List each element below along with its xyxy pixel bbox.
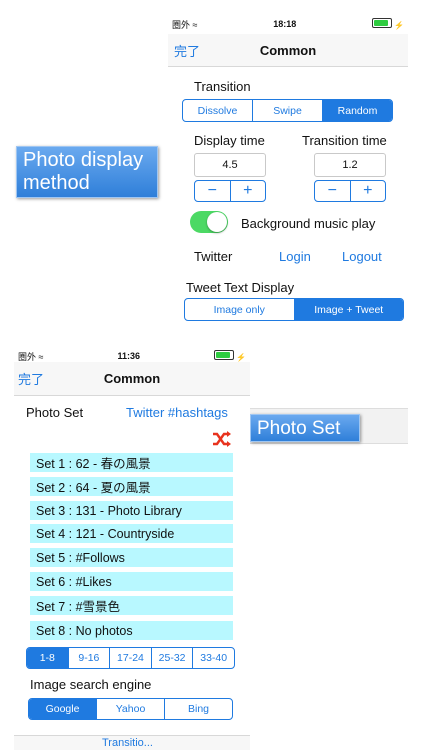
photo-set-row[interactable]: Set 5 : #Follows [30, 548, 233, 567]
twitter-label: Twitter [194, 249, 233, 264]
status-bar: 圏外 ≈ 18:18 ⚡ [168, 14, 408, 34]
photo-set-row[interactable]: Set 6 : #Likes [30, 572, 233, 591]
twitter-logout-link[interactable]: Logout [342, 249, 382, 264]
display-time-decrement-button[interactable]: − [195, 181, 231, 201]
page-range-segment[interactable]: 1-8 [27, 648, 69, 668]
screen-common-photo-set: 圏外 ≈ 11:36 ⚡ 完了 Common Photo Set Twitter… [14, 346, 250, 750]
nav-title: Common [103, 371, 161, 386]
bgm-label: Background music play [241, 216, 376, 231]
transition-option-segment[interactable]: Dissolve [183, 100, 253, 121]
transition-partial-label: Transitio... [102, 737, 153, 746]
photo-set-callout: Photo Set [250, 414, 360, 442]
page-range-segment[interactable]: 33-40 [193, 648, 234, 668]
photo-display-method-callout: Photo display method [16, 146, 158, 198]
search-engine-segment[interactable]: Yahoo [97, 699, 165, 719]
page-range-segment[interactable]: 25-32 [152, 648, 194, 668]
twitter-hashtags-link[interactable]: Twitter #hashtags [126, 405, 228, 420]
bottom-section-bar: Transitio... [14, 735, 250, 750]
display-time-stepper[interactable]: − + [194, 180, 266, 202]
page-range-segmented-control[interactable]: 1-8 9-16 17-24 25-32 33-40 [26, 647, 235, 669]
display-time-increment-button[interactable]: + [231, 181, 266, 201]
photo-set-row[interactable]: Set 2 : 64 - 夏の風景 [30, 477, 233, 496]
transition-time-increment-button[interactable]: + [351, 181, 386, 201]
tweet-text-segmented-control[interactable]: Image only Image + Tweet [184, 298, 404, 321]
transition-option-segment[interactable]: Random [323, 100, 392, 121]
status-time: 11:36 [117, 351, 141, 361]
tweet-display-option-segment[interactable]: Image only [185, 299, 295, 320]
page-range-segment[interactable]: 17-24 [110, 648, 152, 668]
tweet-text-display-label: Tweet Text Display [186, 280, 295, 295]
transition-segmented-control[interactable]: Dissolve Swipe Random [182, 99, 393, 122]
wifi-icon: ≈ [38, 351, 44, 362]
shuffle-icon[interactable] [212, 430, 232, 448]
transition-time-label: Transition time [302, 133, 387, 148]
photo-set-row[interactable]: Set 7 : #雪景色 [30, 596, 233, 615]
done-button[interactable]: 完了 [174, 41, 200, 60]
nav-title: Common [259, 42, 317, 58]
twitter-login-link[interactable]: Login [279, 249, 311, 264]
photo-set-row[interactable]: Set 4 : 121 - Countryside [30, 524, 233, 543]
photo-set-row[interactable]: Set 8 : No photos [30, 621, 233, 640]
tweet-display-option-segment[interactable]: Image + Tweet [294, 299, 403, 320]
battery-icon: ⚡ [372, 18, 404, 30]
battery-icon: ⚡ [214, 350, 246, 362]
display-time-label: Display time [194, 133, 265, 148]
transition-time-field[interactable]: 1.2 [314, 153, 386, 177]
search-engine-segmented-control[interactable]: Google Yahoo Bing [28, 698, 233, 720]
search-engine-segment[interactable]: Bing [165, 699, 232, 719]
search-engine-segment[interactable]: Google [29, 699, 97, 719]
bgm-toggle[interactable] [190, 211, 228, 233]
screen-common-display-settings: 圏外 ≈ 18:18 ⚡ 完了 Common Transition Dissol… [168, 14, 408, 324]
wifi-icon: ≈ [192, 19, 198, 30]
display-time-field[interactable]: 4.5 [194, 153, 266, 177]
transition-label: Transition [194, 79, 251, 94]
done-button[interactable]: 完了 [18, 369, 44, 388]
photo-set-row[interactable]: Set 1 : 62 - 春の風景 [30, 453, 233, 472]
transition-time-stepper[interactable]: − + [314, 180, 386, 202]
photo-set-row[interactable]: Set 3 : 131 - Photo Library [30, 501, 233, 520]
photo-set-label: Photo Set [26, 405, 84, 420]
carrier-text: 圏外 ≈ [18, 351, 44, 362]
transition-time-decrement-button[interactable]: − [315, 181, 351, 201]
carrier-text: 圏外 ≈ [172, 19, 198, 30]
transition-option-segment[interactable]: Swipe [253, 100, 323, 121]
page-range-segment[interactable]: 9-16 [69, 648, 111, 668]
toggle-knob [207, 212, 227, 232]
image-search-engine-label: Image search engine [30, 677, 152, 692]
nav-bar: 完了 Common [14, 362, 250, 396]
status-time: 18:18 [273, 19, 297, 29]
nav-bar: 完了 Common [168, 34, 408, 67]
